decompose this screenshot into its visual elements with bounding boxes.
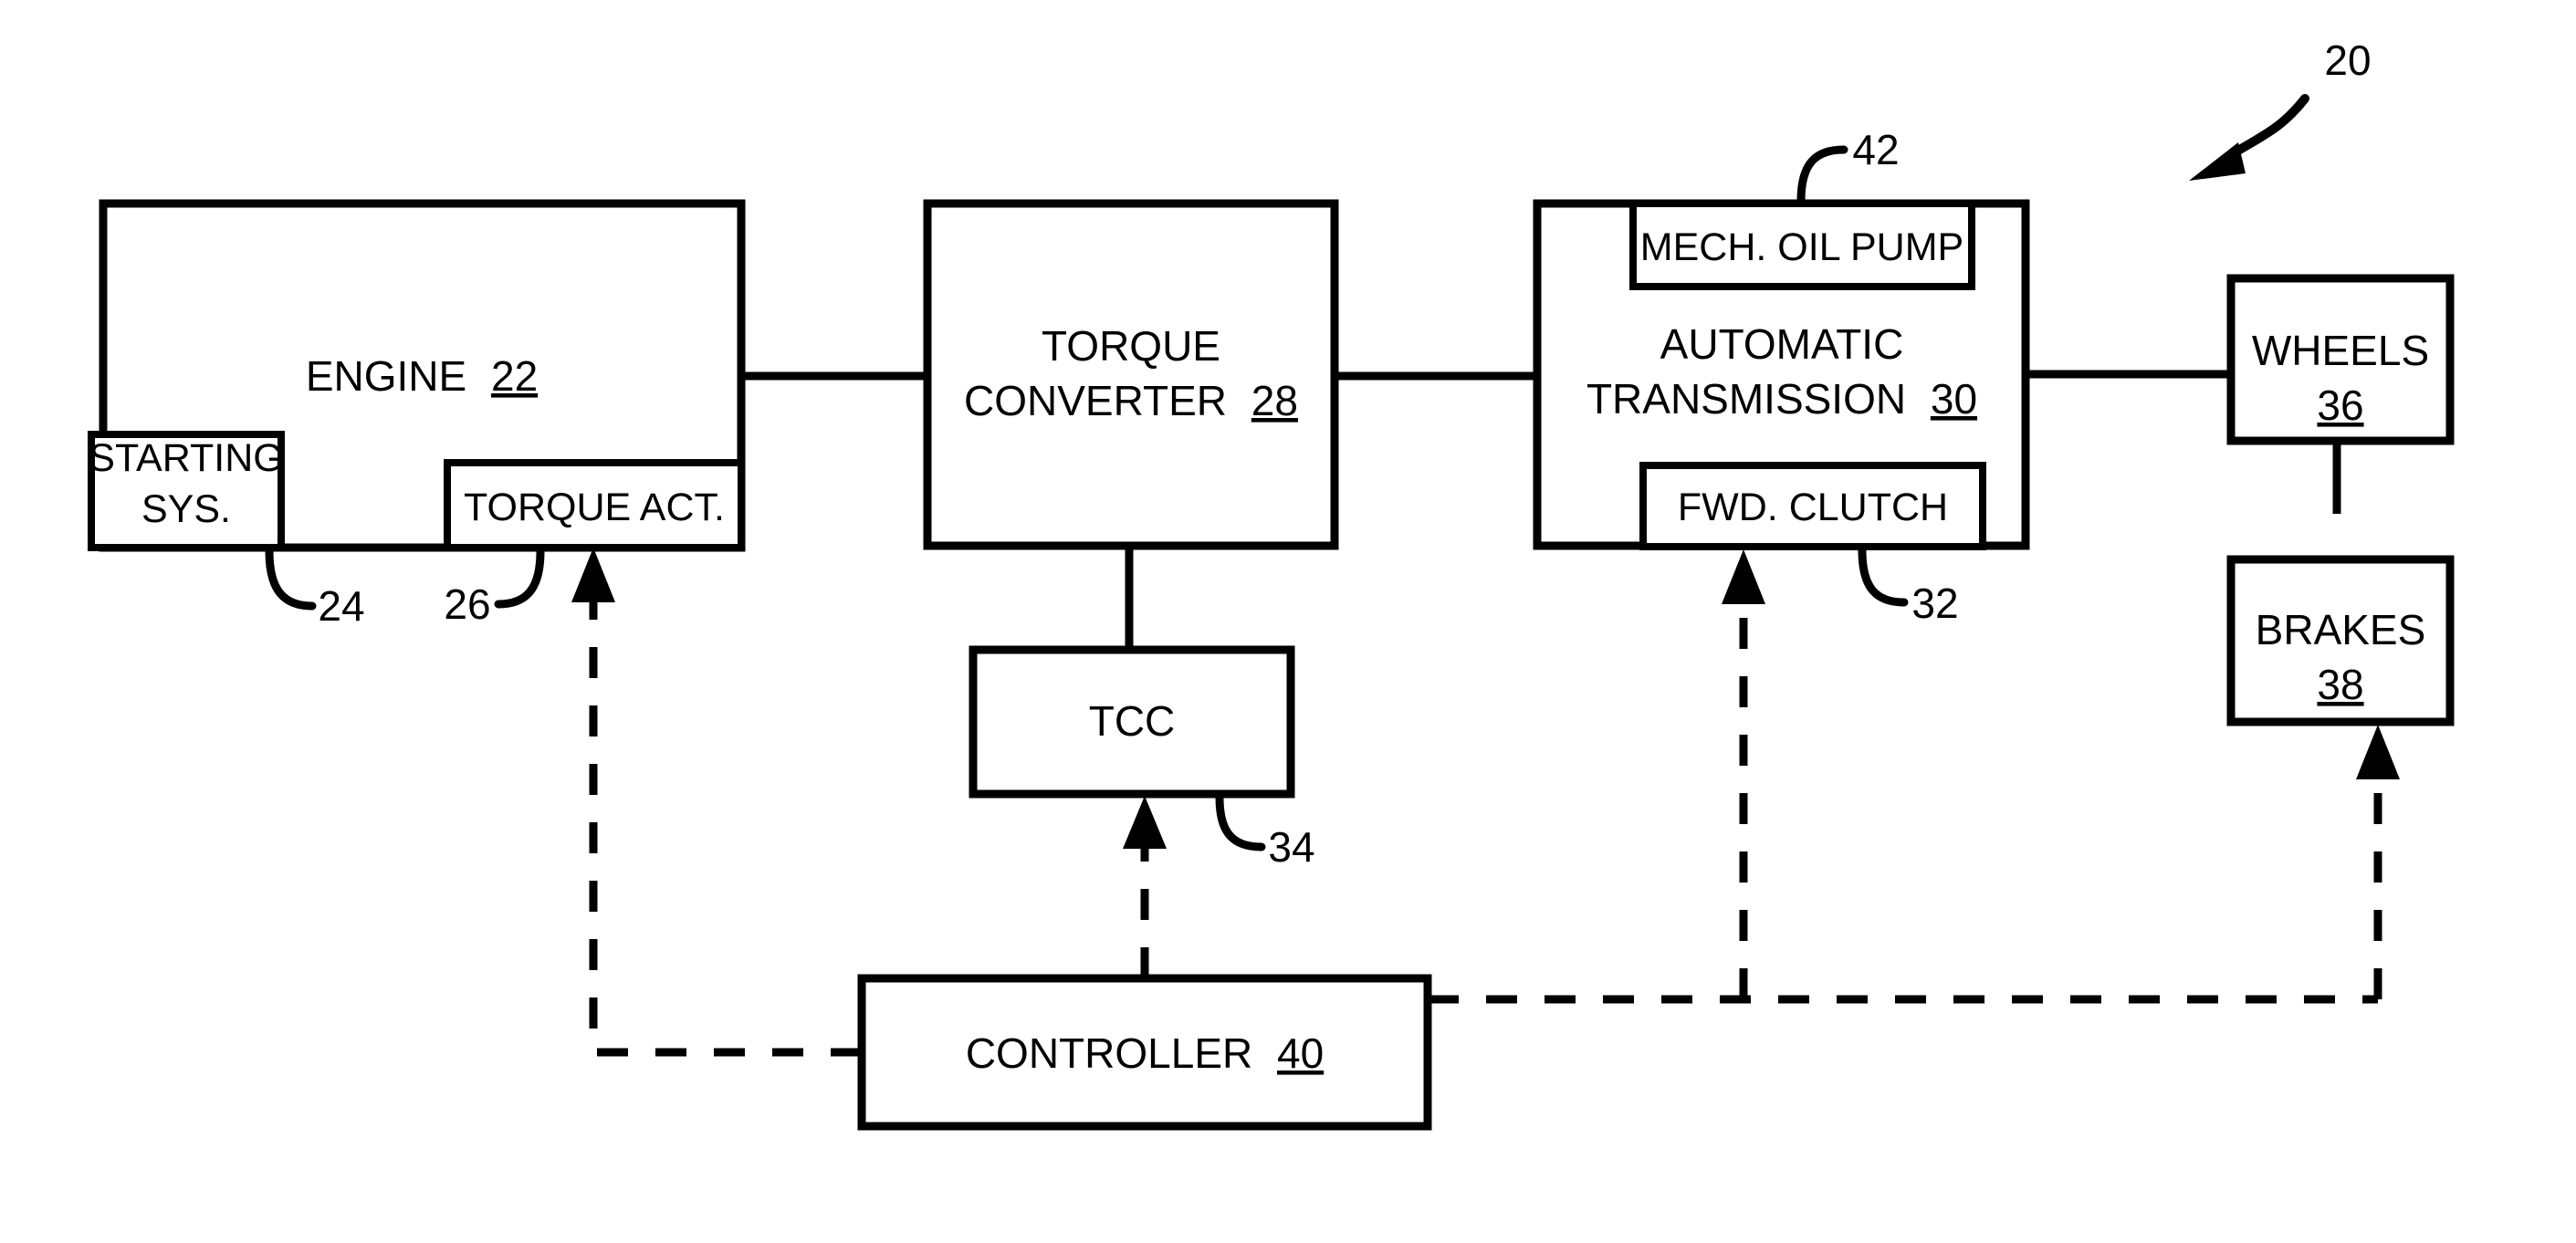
- ref-label-34: 34: [1268, 823, 1314, 871]
- arrowhead-tcc: [1123, 796, 1167, 849]
- starting-system-label-line2: SYS.: [141, 487, 231, 531]
- arrowhead-brakes: [2356, 725, 2400, 779]
- engine-label: ENGINE 22: [306, 352, 538, 400]
- fwd-clutch-label: FWD. CLUTCH: [1678, 486, 1948, 529]
- ref-label-42: 42: [1852, 126, 1899, 173]
- brakes-label: BRAKES: [2256, 606, 2426, 653]
- figure-reference-label: 20: [2324, 37, 2371, 84]
- automatic-transmission-label-line2: TRANSMISSION 30: [1586, 375, 1977, 423]
- leader-line-34: [1215, 793, 1266, 851]
- leader-line-24: [265, 547, 317, 611]
- leader-line-42: [1796, 145, 1848, 205]
- ref-label-26: 26: [444, 580, 490, 628]
- figure-reference-arrowhead: [2189, 142, 2246, 181]
- arrowhead-fwd-clutch: [1722, 549, 1765, 604]
- wheels-label: WHEELS: [2252, 327, 2429, 374]
- mech-oil-pump-label: MECH. OIL PUMP: [1640, 225, 1963, 269]
- torque-converter-label-line2: CONVERTER 28: [964, 377, 1298, 424]
- arrowhead-torque-actuator: [571, 548, 615, 602]
- diagram-canvas: ENGINE 22 STARTING SYS. 24 TORQUE ACT. 2…: [88, 37, 2455, 1131]
- tcc-label: TCC: [1089, 697, 1176, 745]
- leader-line-26: [494, 547, 545, 609]
- controller-label: CONTROLLER 40: [966, 1029, 1324, 1077]
- torque-actuator-label: TORQUE ACT.: [464, 486, 725, 529]
- leader-line-32: [1858, 546, 1909, 607]
- brakes-ref: 38: [2317, 661, 2363, 708]
- ref-label-32: 32: [1911, 580, 1958, 627]
- automatic-transmission-label-line1: AUTOMATIC: [1660, 320, 1904, 368]
- control-line-controller-to-torque-actuator: [589, 582, 862, 1057]
- torque-converter-box[interactable]: [923, 199, 1339, 550]
- torque-converter-label-line1: TORQUE: [1042, 322, 1220, 370]
- patent-figure-diagram: ENGINE 22 STARTING SYS. 24 TORQUE ACT. 2…: [0, 0, 2576, 1243]
- starting-system-label-line1: STARTING: [89, 436, 283, 480]
- ref-label-24: 24: [318, 582, 364, 630]
- wheels-ref: 36: [2317, 381, 2363, 429]
